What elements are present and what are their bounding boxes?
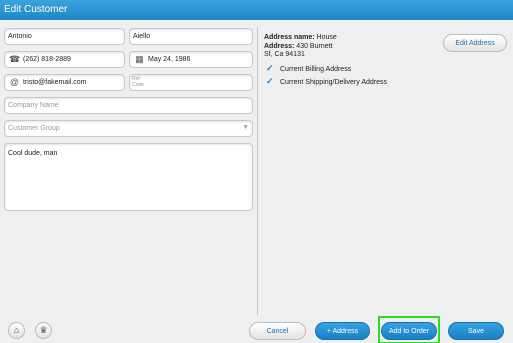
company-name-placeholder: Company Name bbox=[8, 102, 59, 109]
shipping-address-label: Current Shipping/Delivery Address bbox=[280, 79, 387, 86]
phone-icon: ☎ bbox=[9, 54, 21, 64]
add-to-order-label: Add to Order bbox=[388, 328, 430, 335]
billing-address-label: Current Billing Address bbox=[280, 66, 352, 73]
gift-button[interactable]: ⌂ bbox=[8, 322, 25, 339]
title-bar: Edit Customer bbox=[0, 0, 513, 20]
birthday-value: May 24, 1986 bbox=[148, 56, 191, 63]
trophy-button[interactable]: ♛ bbox=[35, 322, 52, 339]
trophy-icon: ♛ bbox=[39, 325, 48, 335]
address-label: Address: bbox=[264, 42, 295, 50]
phone-value: (262) 818-2889 bbox=[23, 56, 71, 63]
notes-value: Cool dude, man bbox=[8, 150, 58, 157]
email-value: tristo@fakemail.com bbox=[23, 79, 87, 86]
birthday-field[interactable]: ▦ May 24, 1986 bbox=[129, 51, 253, 68]
customer-group-select[interactable]: Customer Group ▼ bbox=[4, 120, 253, 137]
add-address-label: + Address bbox=[326, 328, 359, 335]
address-line1: 430 Burnett bbox=[296, 42, 333, 50]
checkmark-icon: ✓ bbox=[266, 76, 274, 86]
cancel-label: Cancel bbox=[266, 328, 289, 335]
add-address-button[interactable]: + Address bbox=[315, 322, 370, 340]
address-line2: Sf, Ca 94131 bbox=[264, 51, 305, 58]
company-name-field[interactable]: Company Name bbox=[4, 97, 253, 114]
email-field[interactable]: @ tristo@fakemail.com bbox=[4, 74, 125, 91]
shipping-address-row: ✓ Current Shipping/Delivery Address bbox=[266, 76, 387, 87]
ref-code-field[interactable]: Ref Code bbox=[129, 74, 253, 91]
billing-address-row: ✓ Current Billing Address bbox=[266, 63, 351, 74]
last-name-field[interactable]: Aiello bbox=[129, 28, 253, 45]
ref-code-placeholder: Ref Code bbox=[132, 76, 144, 88]
calendar-icon: ▦ bbox=[135, 54, 144, 64]
address-name-label: Address name: bbox=[264, 34, 315, 41]
customer-group-placeholder: Customer Group bbox=[8, 125, 60, 132]
save-button[interactable]: Save bbox=[448, 322, 504, 340]
chevron-down-icon: ▼ bbox=[242, 124, 249, 131]
page-title: Edit Customer bbox=[4, 4, 68, 15]
address-name-value: House bbox=[316, 34, 337, 41]
address-details: Address name: House Address: 430 Burnett… bbox=[264, 34, 337, 60]
at-icon: @ bbox=[9, 77, 20, 87]
first-name-value: Antonio bbox=[8, 33, 32, 40]
add-to-order-button[interactable]: Add to Order bbox=[381, 322, 437, 340]
cancel-button[interactable]: Cancel bbox=[249, 322, 306, 340]
last-name-value: Aiello bbox=[133, 33, 151, 40]
edit-address-label: Edit Address bbox=[455, 40, 495, 47]
phone-field[interactable]: ☎ (262) 818-2889 bbox=[4, 51, 125, 68]
save-label: Save bbox=[468, 328, 484, 335]
divider bbox=[257, 27, 258, 315]
gift-icon: ⌂ bbox=[13, 325, 20, 335]
checkmark-icon: ✓ bbox=[266, 63, 274, 73]
notes-textarea[interactable]: Cool dude, man bbox=[4, 143, 253, 211]
edit-address-button[interactable]: Edit Address bbox=[443, 34, 507, 52]
first-name-field[interactable]: Antonio bbox=[4, 28, 125, 45]
